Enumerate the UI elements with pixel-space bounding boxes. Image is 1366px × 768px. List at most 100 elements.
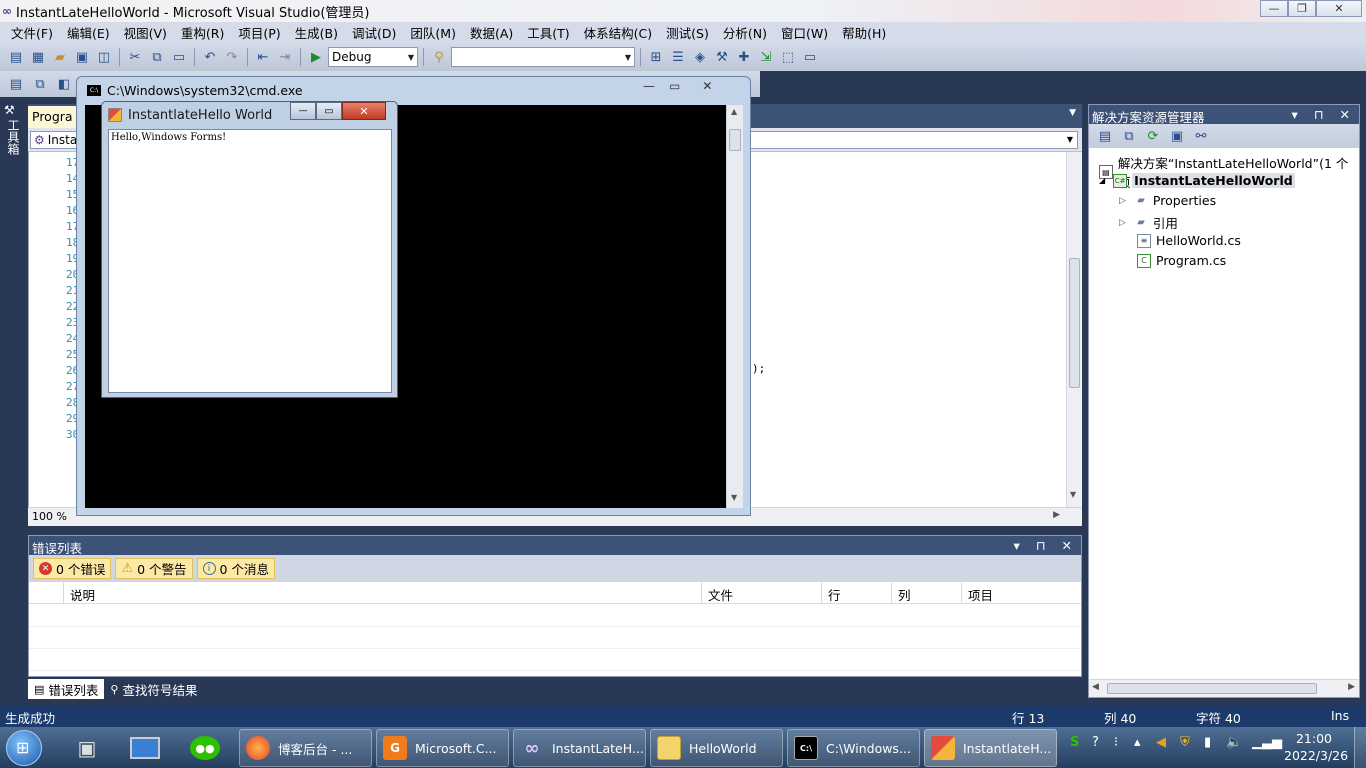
scroll-right-icon[interactable]: ▶ bbox=[1053, 510, 1060, 520]
maximize-button[interactable]: ▭ bbox=[316, 102, 342, 120]
column-header-project[interactable]: 项目 bbox=[962, 582, 1081, 604]
start-button[interactable]: ⊞ bbox=[6, 730, 42, 766]
restore-button[interactable]: ❐ bbox=[1288, 0, 1316, 17]
panel-controls[interactable]: ▾ ⊓ ✕ bbox=[1292, 107, 1356, 122]
security-shield-icon[interactable]: ⛨ bbox=[1180, 735, 1190, 750]
menu-edit[interactable]: 编辑(E) bbox=[60, 23, 117, 42]
tray-app-icon[interactable]: ◀ bbox=[1156, 735, 1166, 750]
clock-time[interactable]: 21:00 bbox=[1284, 731, 1344, 746]
tree-item-references[interactable]: ▷ ▰ 引用 bbox=[1119, 213, 1178, 232]
column-header-icon[interactable] bbox=[29, 582, 64, 604]
collapsed-arrow-icon[interactable]: ▷ bbox=[1119, 218, 1126, 228]
save-all-icon[interactable]: ◫ bbox=[94, 47, 114, 67]
navigate-backward-icon[interactable]: ⇤ bbox=[253, 47, 273, 67]
properties-window-icon[interactable]: ☰ bbox=[668, 47, 688, 67]
pinned-app-desktop[interactable] bbox=[122, 729, 168, 767]
find-combo[interactable]: ▼ bbox=[451, 47, 635, 67]
bookmark-icon[interactable]: ◧ bbox=[54, 74, 74, 94]
solution-explorer-icon[interactable]: ⊞ bbox=[646, 47, 666, 67]
scroll-down-icon[interactable]: ▼ bbox=[1070, 490, 1076, 499]
help-icon[interactable]: ? bbox=[1092, 735, 1099, 750]
task-pdf[interactable]: G Microsoft.C... bbox=[376, 729, 509, 767]
comment-icon[interactable]: ▤ bbox=[6, 74, 26, 94]
scroll-thumb[interactable] bbox=[1107, 683, 1317, 694]
column-header-description[interactable]: 说明 bbox=[64, 582, 702, 604]
menu-build[interactable]: 生成(B) bbox=[288, 23, 345, 42]
task-visual-studio[interactable]: ∞ InstantLateH... bbox=[513, 729, 646, 767]
solution-explorer-hscrollbar[interactable]: ◀ ▶ bbox=[1089, 679, 1359, 697]
pinned-app-library[interactable]: ▣ bbox=[64, 729, 110, 767]
menu-test[interactable]: 测试(S) bbox=[659, 23, 716, 42]
view-code-icon[interactable]: ▣ bbox=[1167, 126, 1187, 146]
scroll-up-icon[interactable]: ▲ bbox=[731, 107, 737, 116]
start-page-icon[interactable]: ⇲ bbox=[756, 47, 776, 67]
minimize-button[interactable]: — bbox=[290, 102, 316, 120]
new-project-icon[interactable]: ▤ bbox=[6, 47, 26, 67]
toolbox-icon[interactable]: ⚒ bbox=[712, 47, 732, 67]
open-file-icon[interactable]: ▰ bbox=[50, 47, 70, 67]
tab-program[interactable]: Progra bbox=[28, 106, 78, 128]
device-icon[interactable]: ▮ bbox=[1204, 735, 1211, 750]
solution-config-dropdown[interactable]: Debug ▼ bbox=[328, 47, 418, 67]
menu-refactor[interactable]: 重构(R) bbox=[174, 23, 231, 42]
tree-item-properties[interactable]: ▷ ▰ Properties bbox=[1119, 193, 1216, 208]
menu-analyze[interactable]: 分析(N) bbox=[716, 23, 774, 42]
navigate-forward-icon[interactable]: ⇥ bbox=[275, 47, 295, 67]
task-explorer[interactable]: HelloWorld bbox=[650, 729, 783, 767]
paste-icon[interactable]: ▭ bbox=[169, 47, 189, 67]
task-cmd[interactable]: C:\ C:\Windows... bbox=[787, 729, 920, 767]
tab-find-symbol-results[interactable]: ⚲ 查找符号结果 bbox=[104, 679, 203, 699]
redo-icon[interactable]: ↷ bbox=[222, 47, 242, 67]
warnings-filter-button[interactable]: ⚠ 0 个警告 bbox=[115, 558, 193, 579]
properties-icon[interactable]: ▤ bbox=[1095, 126, 1115, 146]
refresh-icon[interactable]: ⟳ bbox=[1143, 126, 1163, 146]
column-header-file[interactable]: 文件 bbox=[702, 582, 822, 604]
column-header-line[interactable]: 行 bbox=[822, 582, 892, 604]
close-button[interactable]: ✕ bbox=[1316, 0, 1362, 17]
scroll-right-icon[interactable]: ▶ bbox=[1348, 682, 1355, 692]
menu-team[interactable]: 团队(M) bbox=[403, 23, 463, 42]
copy-icon[interactable]: ⧉ bbox=[147, 47, 167, 67]
tab-error-list[interactable]: ▤ 错误列表 bbox=[28, 679, 105, 699]
menu-data[interactable]: 数据(A) bbox=[463, 23, 520, 42]
clock-date[interactable]: 2022/3/26 bbox=[1284, 748, 1348, 763]
scroll-thumb[interactable] bbox=[1069, 258, 1080, 388]
cmd-vertical-scrollbar[interactable]: ▲ ▼ bbox=[726, 105, 743, 508]
minimize-button[interactable]: — bbox=[1260, 0, 1288, 17]
ime-options-icon[interactable]: ⁝ bbox=[1114, 735, 1118, 750]
menu-help[interactable]: 帮助(H) bbox=[835, 23, 893, 42]
find-in-files-icon[interactable]: ⚲ bbox=[429, 47, 449, 67]
tree-item-helloworld[interactable]: ≡ HelloWorld.cs bbox=[1137, 233, 1241, 248]
collapsed-arrow-icon[interactable]: ▷ bbox=[1119, 196, 1126, 206]
column-header-column[interactable]: 列 bbox=[892, 582, 962, 604]
zoom-level[interactable]: 100 % bbox=[32, 510, 67, 523]
show-all-files-icon[interactable]: ⧉ bbox=[1119, 126, 1139, 146]
class-view-icon[interactable]: ⬚ bbox=[778, 47, 798, 67]
network-icon[interactable]: ▁▃▅ bbox=[1252, 735, 1282, 750]
extension-manager-icon[interactable]: ✚ bbox=[734, 47, 754, 67]
show-hidden-icons-icon[interactable]: ▴ bbox=[1134, 735, 1141, 750]
command-window-icon[interactable]: ▭ bbox=[800, 47, 820, 67]
cut-icon[interactable]: ✂ bbox=[125, 47, 145, 67]
add-item-icon[interactable]: ▦ bbox=[28, 47, 48, 67]
pinned-app-wechat[interactable]: ●● bbox=[182, 729, 228, 767]
winform-window[interactable]: InstantlateHello World — ▭ ✕ Hello,Windo… bbox=[101, 101, 398, 398]
expanded-arrow-icon[interactable]: ◢ bbox=[1099, 176, 1105, 185]
start-debugging-icon[interactable]: ▶ bbox=[306, 47, 326, 67]
menu-debug[interactable]: 调试(D) bbox=[345, 23, 403, 42]
menu-architecture[interactable]: 体系结构(C) bbox=[577, 23, 659, 42]
scroll-down-icon[interactable]: ▼ bbox=[731, 493, 737, 502]
menu-window[interactable]: 窗口(W) bbox=[774, 23, 835, 42]
tree-item-program[interactable]: C Program.cs bbox=[1137, 253, 1226, 268]
editor-vertical-scrollbar[interactable]: ▼ bbox=[1066, 152, 1082, 507]
scroll-thumb[interactable] bbox=[729, 129, 741, 151]
view-class-diagram-icon[interactable]: ⚯ bbox=[1191, 126, 1211, 146]
task-winform-app[interactable]: InstantlateH... bbox=[924, 729, 1057, 767]
messages-filter-button[interactable]: i 0 个消息 bbox=[196, 558, 275, 579]
minimize-button[interactable]: — bbox=[643, 79, 655, 93]
scroll-left-icon[interactable]: ◀ bbox=[1092, 682, 1099, 692]
object-browser-icon[interactable]: ◈ bbox=[690, 47, 710, 67]
volume-icon[interactable]: 🔈 bbox=[1226, 735, 1242, 750]
sogou-ime-icon[interactable]: S bbox=[1070, 735, 1079, 750]
uncomment-icon[interactable]: ⧉ bbox=[30, 74, 50, 94]
